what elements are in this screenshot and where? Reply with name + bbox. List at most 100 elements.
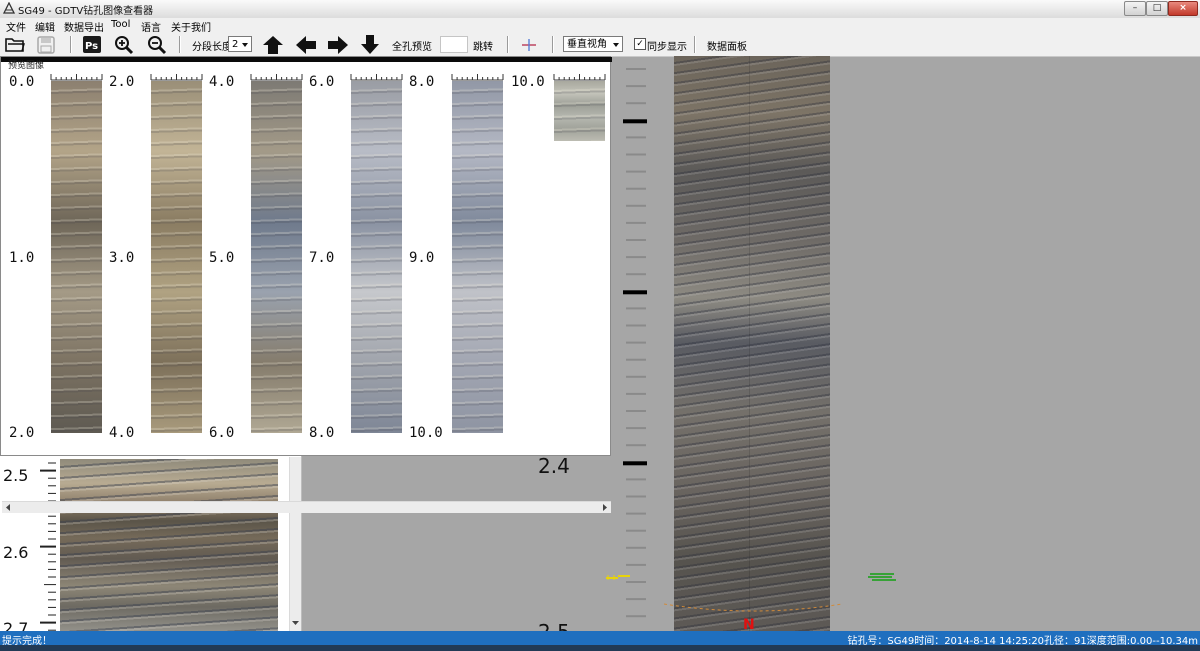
- preview-label-4-bottom: 10.0: [409, 425, 443, 441]
- left-depth-ruler: [40, 462, 56, 631]
- open-button[interactable]: [4, 34, 26, 55]
- photoshop-button[interactable]: Ps: [81, 34, 103, 55]
- preview-label-3-mid: 7.0: [309, 250, 335, 266]
- toolbar-separator: [179, 36, 181, 53]
- left-depth-2-5: 2.5: [3, 466, 29, 485]
- save-button[interactable]: [35, 34, 57, 55]
- main-ruler-tick: [626, 68, 646, 70]
- left-depth-2-6: 2.6: [3, 543, 29, 562]
- zoom-out-icon: [148, 35, 167, 54]
- segment-length-value: 2: [232, 39, 239, 50]
- main-ruler-tick: [626, 239, 646, 241]
- main-ruler-tick: [626, 427, 646, 430]
- preview-label-5-top: 10.0: [511, 74, 545, 90]
- preview-label-0-mid: 1.0: [9, 250, 35, 266]
- main-ruler-tick: [626, 221, 646, 224]
- preview-horizontal-scrollbar[interactable]: [2, 501, 611, 513]
- scroll-right-icon: [603, 504, 607, 511]
- scroll-left-icon: [6, 504, 10, 511]
- window-title: SG49 - GDTV钻孔图像查看器: [18, 6, 154, 17]
- preview-label-1-bottom: 4.0: [109, 425, 135, 441]
- menu-language[interactable]: 语言: [141, 19, 161, 34]
- zoom-out-button[interactable]: [146, 34, 168, 55]
- os-taskbar: [0, 645, 1200, 651]
- crosshair-button[interactable]: [518, 34, 540, 55]
- menu-edit[interactable]: 编辑: [35, 19, 55, 34]
- preview-label-1-top: 2.0: [109, 74, 135, 90]
- main-ruler-tick: [626, 512, 646, 515]
- menu-bar: 文件 编辑 数据导出 Tool 语言 关于我们: [0, 18, 1200, 34]
- preview-core-strip[interactable]: [151, 81, 202, 433]
- sync-label: 同步显示: [647, 42, 687, 53]
- app-icon: [3, 2, 15, 14]
- view-mode-select[interactable]: 垂直视角: [563, 36, 623, 52]
- preview-label-3-top: 6.0: [309, 74, 335, 90]
- main-ruler-tick: [626, 136, 646, 139]
- main-ruler-tick: [626, 444, 646, 447]
- preview-core-strip[interactable]: [251, 81, 302, 433]
- next-button[interactable]: [327, 34, 349, 55]
- menu-tool[interactable]: Tool: [111, 19, 130, 30]
- toolbar-separator: [70, 36, 72, 53]
- minimize-button[interactable]: –: [1124, 1, 1146, 16]
- down-button[interactable]: [359, 34, 381, 55]
- toolbar-separator: [507, 36, 509, 53]
- down-arrow-icon: [361, 35, 379, 54]
- preview-header-bar: [1, 57, 612, 62]
- main-ruler-tick: [626, 392, 646, 395]
- jump-button[interactable]: 跳转: [473, 38, 493, 53]
- previous-button[interactable]: [295, 34, 317, 55]
- main-ruler-tick: [626, 563, 646, 566]
- zoom-in-button[interactable]: [113, 34, 135, 55]
- image-seam: [749, 56, 750, 631]
- main-ruler-tick: [626, 478, 646, 481]
- zoom-in-icon: [115, 35, 134, 54]
- main-ruler-tick: [623, 461, 647, 466]
- preview-core-strip[interactable]: [51, 81, 102, 433]
- preview-panel: 预览图像 0.0 1.0 2.0 2.0 3.0 4.0 4.0 5.0 6.0…: [0, 56, 612, 513]
- main-ruler-tick: [626, 375, 646, 378]
- main-ruler-tick: [626, 341, 646, 344]
- main-ruler-tick: [626, 187, 646, 190]
- core-zoom-image: [60, 459, 278, 631]
- menu-about[interactable]: 关于我们: [171, 19, 211, 34]
- save-icon: [37, 35, 55, 54]
- full-preview-label[interactable]: 全孔预览: [392, 38, 432, 53]
- sync-checkbox[interactable]: ✓: [634, 38, 646, 50]
- left-scrollbar[interactable]: [289, 457, 301, 631]
- preview-label-1-mid: 3.0: [109, 250, 135, 266]
- segment-length-select[interactable]: 2: [228, 36, 252, 52]
- preview-core-strip[interactable]: [452, 81, 503, 433]
- home-button[interactable]: [262, 34, 284, 55]
- preview-core-strip[interactable]: [554, 81, 605, 141]
- main-ruler-tick: [626, 410, 646, 412]
- preview-label-0-bottom: 2.0: [9, 425, 35, 441]
- preview-label-4-top: 8.0: [409, 74, 435, 90]
- jump-depth-input[interactable]: [440, 36, 468, 53]
- main-ruler-tick: [626, 153, 646, 156]
- preview-core-strip[interactable]: [351, 81, 402, 433]
- svg-text:Ps: Ps: [85, 41, 98, 52]
- main-depth-2-4: 2.4: [538, 454, 570, 478]
- main-ruler-tick: [626, 204, 646, 207]
- menu-data-export[interactable]: 数据导出: [64, 19, 104, 34]
- title-bar: SG49 - GDTV钻孔图像查看器 – □ ×: [0, 0, 1200, 19]
- open-folder-icon: [5, 38, 25, 52]
- close-button[interactable]: ×: [1168, 1, 1198, 16]
- preview-label-4-mid: 9.0: [409, 250, 435, 266]
- toolbar-separator: [552, 36, 554, 53]
- preview-label-3-bottom: 8.0: [309, 425, 335, 441]
- main-ruler-tick: [626, 615, 646, 618]
- main-ruler-tick: [626, 529, 646, 532]
- borehole-image[interactable]: [674, 56, 830, 631]
- scroll-down-icon: [292, 621, 299, 625]
- chevron-down-icon: [613, 43, 619, 47]
- menu-file[interactable]: 文件: [6, 19, 26, 34]
- data-panel-button[interactable]: 数据面板: [707, 38, 747, 53]
- preview-label-2-top: 4.0: [209, 74, 235, 90]
- main-ruler-tick: [626, 358, 646, 361]
- main-ruler-tick: [626, 324, 646, 327]
- maximize-button[interactable]: □: [1146, 1, 1168, 16]
- main-ruler-tick: [626, 598, 646, 601]
- yellow-marker-icon: [606, 575, 630, 580]
